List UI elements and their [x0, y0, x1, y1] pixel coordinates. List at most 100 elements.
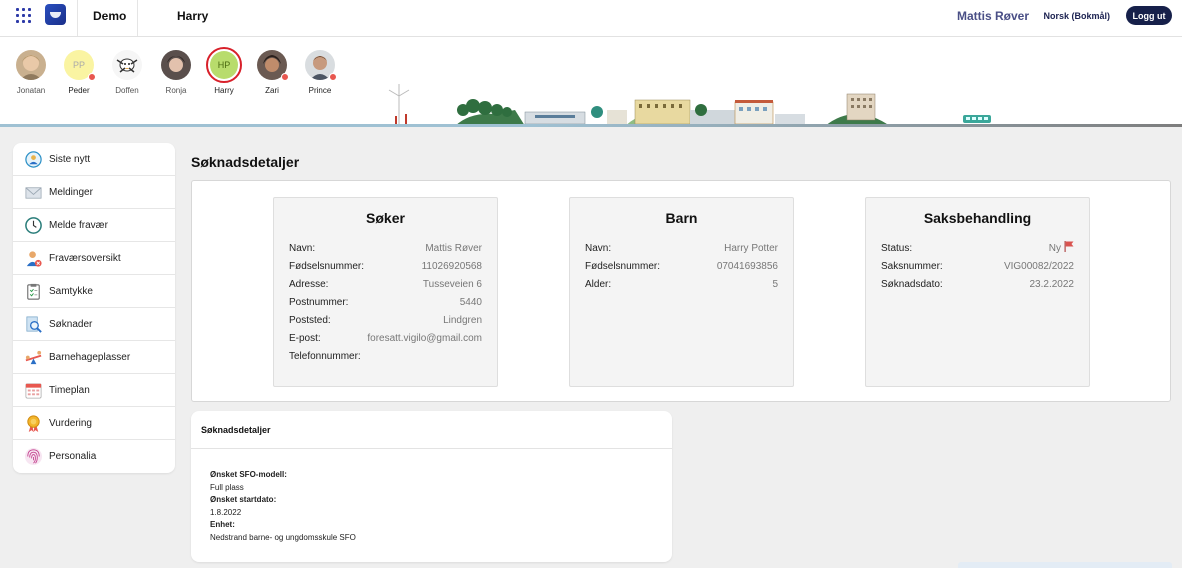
child-name-row: Navn: Harry Potter [585, 240, 778, 258]
sidebar-item-label: Samtykke [49, 285, 93, 297]
envelope-icon [25, 186, 42, 199]
field-label: Fødselsnummer: [289, 261, 365, 272]
applicant-postcode-row: Postnummer: 5440 [289, 294, 482, 312]
field-value: Mattis Røver [425, 243, 482, 254]
search-document-icon [26, 316, 42, 333]
status-value: Ny [1049, 240, 1074, 258]
selected-avatar-ring: HP [206, 47, 242, 83]
avatar [112, 50, 142, 80]
org-name[interactable]: Demo [93, 9, 126, 23]
field-value: 11026920568 [421, 261, 482, 272]
applicant-address-row: Adresse: Tusseveien 6 [289, 276, 482, 294]
sidebar-item-samtykke[interactable]: Samtykke [13, 275, 175, 308]
applicant-phone-row: Telefonnummer: [289, 348, 482, 366]
card-title: Søker [366, 210, 405, 226]
field-label: Søknadsdato: [881, 279, 943, 290]
sidebar-item-label: Vurdering [49, 417, 92, 429]
field-value: Harry Potter [724, 243, 778, 254]
field-value: 5440 [459, 297, 482, 308]
flag-icon [1064, 241, 1074, 252]
avatar [161, 50, 191, 80]
sidebar-item-siste-nytt[interactable]: Siste nytt [13, 143, 175, 176]
sfo-model-label: Ønsket SFO-modell: [210, 470, 287, 479]
avatar [16, 50, 46, 80]
sidebar-item-label: Siste nytt [49, 153, 91, 165]
field-value: 23.2.2022 [1029, 279, 1075, 290]
field-value: 07041693856 [716, 261, 778, 272]
field-label: Poststed: [289, 315, 331, 326]
application-details-card: Søknadsdetaljer Ønsket SFO-modell: Full … [191, 411, 672, 562]
field-label: Navn: [585, 243, 612, 254]
applicant-card: Søker Navn: Mattis Røver Fødselsnummer: 11… [273, 197, 498, 387]
details-title: Søknadsdetaljer [191, 411, 672, 449]
news-icon [25, 150, 42, 168]
sidebar: Siste nytt Meldinger Melde fravær Fravær… [13, 143, 175, 473]
child-zari[interactable]: Zari [252, 50, 292, 95]
absence-person-icon [26, 250, 42, 267]
bottom-panel-edge [958, 562, 1172, 568]
field-value: Lindgren [443, 315, 482, 326]
selected-child-name: Harry [177, 9, 209, 23]
child-name: Jonatan [16, 86, 46, 95]
child-jonatan[interactable]: Jonatan [11, 50, 51, 95]
child-name: Harry [214, 86, 234, 95]
sidebar-item-vurdering[interactable]: Vurdering [13, 407, 175, 440]
child-prince[interactable]: Prince [300, 50, 340, 95]
sidebar-item-label: Meldinger [49, 186, 93, 198]
child-name: Zari [265, 86, 279, 95]
logout-button[interactable]: Logg ut [1126, 6, 1172, 25]
vigilo-logo-icon[interactable] [45, 4, 66, 25]
child-ronja[interactable]: Ronja [156, 50, 196, 95]
application-summary-panel: Søker Navn: Mattis Røver Fødselsnummer: 11… [191, 180, 1171, 402]
child-name: Peder [68, 86, 90, 95]
notification-dot [281, 73, 289, 81]
sidebar-item-personalia[interactable]: Personalia [13, 440, 175, 473]
sidebar-item-soknader[interactable]: Søknader [13, 308, 175, 341]
field-value: Tusseveien 6 [422, 279, 482, 290]
card-title: Saksbehandling [923, 210, 1032, 226]
field-label: Adresse: [289, 279, 329, 290]
children-strip: Jonatan PP Peder Doffen Ronja HP Harry Z… [0, 37, 1182, 126]
applicant-name-row: Navn: Mattis Røver [289, 240, 482, 258]
sidebar-item-label: Søknader [49, 318, 93, 330]
town-skyline-illustration [388, 84, 991, 126]
child-name: Doffen [115, 86, 139, 95]
case-number-row: Saksnummer: VIG00082/2022 [881, 258, 1074, 276]
page-title: Søknadsdetaljer [191, 154, 300, 170]
applicant-ssn-row: Fødselsnummer: 11026920568 [289, 258, 482, 276]
app-grid-icon[interactable] [16, 8, 31, 23]
user-name[interactable]: Mattis Røver [957, 9, 1029, 23]
start-date-label: Ønsket startdato: [210, 495, 277, 504]
sidebar-item-label: Melde fravær [49, 219, 108, 231]
child-peder[interactable]: PP Peder [59, 50, 99, 95]
case-status-row: Status: Ny [881, 240, 1074, 258]
unit-label: Enhet: [210, 520, 235, 529]
sidebar-item-fravaersoversikt[interactable]: Fraværsoversikt [13, 242, 175, 275]
language-selector[interactable]: Norsk (Bokmål) [1043, 11, 1110, 21]
case-handling-card: Saksbehandling Status: Ny Saksnummer: VIG… [865, 197, 1090, 387]
field-label: Alder: [585, 279, 612, 290]
sfo-model-value: Full plass [210, 482, 244, 492]
field-label: Status: [881, 243, 913, 254]
child-harry[interactable]: HP Harry [204, 47, 244, 95]
seesaw-icon [25, 350, 42, 364]
avatar: PP [64, 50, 96, 81]
avatar-initials: HP [210, 51, 238, 79]
sidebar-item-meldinger[interactable]: Meldinger [13, 176, 175, 209]
field-label: Fødselsnummer: [585, 261, 661, 272]
child-age-row: Alder: 5 [585, 276, 778, 294]
card-title: Barn [665, 210, 698, 226]
field-value: foresatt.vigilo@gmail.com [367, 333, 482, 344]
start-date-value: 1.8.2022 [210, 507, 242, 517]
child-doffen[interactable]: Doffen [107, 50, 147, 95]
divider [137, 0, 138, 36]
sidebar-item-barnehageplasser[interactable]: Barnehageplasser [13, 341, 175, 374]
sidebar-item-melde-fravaer[interactable]: Melde fravær [13, 209, 175, 242]
calendar-icon [25, 382, 42, 398]
medal-icon [27, 414, 40, 432]
field-label: E-post: [289, 333, 321, 344]
child-card: Barn Navn: Harry Potter Fødselsnummer: 070… [569, 197, 794, 387]
sidebar-item-timeplan[interactable]: Timeplan [13, 374, 175, 407]
status-text: Ny [1048, 243, 1061, 254]
field-value: VIG00082/2022 [1003, 261, 1074, 272]
